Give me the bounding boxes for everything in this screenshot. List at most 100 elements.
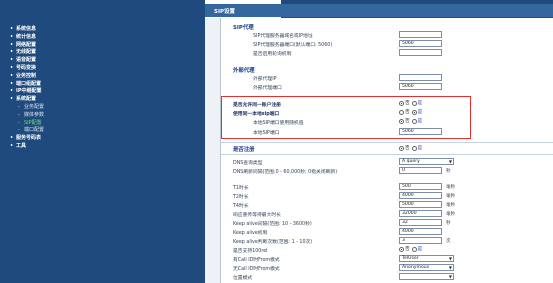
position-label: 位置模式 <box>233 276 253 281</box>
sidebar-item-label: 媒体参数 <box>24 111 45 118</box>
sidebar-item[interactable]: - 端口配置 <box>10 127 44 135</box>
sip-proxy-title: SIP代理 <box>233 25 254 31</box>
radio-no-label: 否 <box>405 101 410 106</box>
t2-label: T2时长 <box>233 195 249 200</box>
radio-no-label: 否 <box>405 247 410 252</box>
t4-input[interactable]: 5000 <box>399 201 442 208</box>
outbound-proxy-port-label: 外部代理端口 <box>253 86 282 91</box>
radio-no[interactable] <box>399 118 404 124</box>
sidebar-item[interactable]: • IP中继配置 <box>10 88 44 96</box>
chevron-down-icon: ▼ <box>448 265 452 270</box>
sidebar-item[interactable]: • 系统配置 <box>10 96 44 104</box>
unit-label: 秒 <box>446 221 451 226</box>
sidebar-item[interactable]: • 语音配置 <box>10 57 44 65</box>
sidebar-item-label: 业务配置 <box>24 103 45 110</box>
sip-proxy-addr-input[interactable] <box>399 31 442 38</box>
without-callid-label: 无Call ID时From模式 <box>233 267 280 272</box>
radio-yes[interactable] <box>411 118 417 124</box>
sip-proxy-port-label: SIP代理服务器端口(默认端口: 5060) <box>253 43 333 48</box>
position-select[interactable]: ▼ <box>399 273 454 280</box>
local-port-input[interactable]: 5060 <box>399 128 442 135</box>
sidebar-item-label: IP中继配置 <box>16 88 42 95</box>
unit-label: 毫秒 <box>446 212 456 217</box>
radio-no-label: 否 <box>405 110 410 115</box>
outbound-proxy-ip-input[interactable] <box>399 74 442 81</box>
dns-refresh-input[interactable]: 0 <box>399 167 442 174</box>
sidebar-item[interactable]: - 业务配置 <box>10 104 44 112</box>
sidebar-item-label: 无线配置 <box>16 49 37 56</box>
sidebar-item-label: 统计信息 <box>16 33 37 40</box>
support-100rel-radio[interactable]: 否 是 <box>399 246 424 252</box>
radio-yes-label: 是 <box>417 247 423 252</box>
keepalive-count-input[interactable]: 3 <box>399 237 442 244</box>
outbound-proxy-port-input[interactable]: 5060 <box>399 83 442 90</box>
with-callid-select[interactable]: TelUser ▼ <box>399 255 454 262</box>
sidebar: • 系统信息 • 统计信息 • 网络配置 • 无线配置 • 语音配置 • 号码变换 • 业务控制 • 端口组配… <box>0 0 205 283</box>
local-port-label: 本地SIP端口 <box>253 131 280 136</box>
radio-no[interactable] <box>399 109 404 115</box>
t1-input[interactable]: 500 <box>399 183 442 190</box>
radio-no[interactable] <box>399 145 404 151</box>
sidebar-item[interactable]: • 系统信息 <box>10 26 44 34</box>
max-wait-label: 响应重传等待最大时长 <box>233 213 281 218</box>
without-callid-select[interactable]: Anonymous ▼ <box>399 264 454 271</box>
sidebar-item[interactable]: • 号码变换 <box>10 65 44 73</box>
sidebar-item[interactable]: • 统计信息 <box>10 34 44 42</box>
sidebar-item-label: SIP配置 <box>24 119 42 126</box>
random-port-label: 本地SIP端口使用随机值 <box>253 121 304 126</box>
random-port-radio[interactable]: 否 是 <box>399 118 424 124</box>
content-gutter <box>205 18 221 283</box>
keepalive-interval-input[interactable]: 32 <box>399 219 442 226</box>
sidebar-item[interactable]: • 工具 <box>10 143 44 151</box>
radio-yes[interactable] <box>411 100 417 106</box>
page-title: SIP设置 <box>214 9 236 15</box>
use-same-port-radio[interactable]: 否 是 <box>399 109 424 115</box>
radio-yes-label: 是 <box>417 101 423 106</box>
radio-yes-label: 是 <box>417 119 423 124</box>
sidebar-item[interactable]: • 服务号码表 <box>10 135 44 143</box>
with-callid-value: TelUser <box>402 256 419 261</box>
keepalive-input[interactable]: 4000 <box>399 228 442 235</box>
sip-proxy-port-input[interactable]: 5060 <box>399 40 442 47</box>
radio-no[interactable] <box>399 246 404 252</box>
radio-no[interactable] <box>399 100 404 106</box>
sidebar-item[interactable]: - 媒体参数 <box>10 112 44 120</box>
sidebar-item-label: 系统配置 <box>16 96 37 103</box>
dns-refresh-label: DNS刷新间隔(范围:0 - 60,000秒; 0指关闭刷新) <box>233 170 338 175</box>
keepalive-interval-label: Keep alive间隔(范围: 10 - 3600秒) <box>233 222 312 227</box>
dns-type-select[interactable]: A query ▼ <box>399 158 454 165</box>
sidebar-nav: • 系统信息 • 统计信息 • 网络配置 • 无线配置 • 语音配置 • 号码变换 • 业务控制 • 端口组配… <box>10 26 44 151</box>
register-radio[interactable]: 否 是 <box>399 145 424 151</box>
chevron-down-icon: ▼ <box>448 256 452 261</box>
sip-proxy-poll-label: 是否启用轮询机制 <box>253 52 292 57</box>
radio-yes[interactable] <box>411 109 417 115</box>
max-wait-input[interactable]: 32000 <box>399 210 442 217</box>
main-content: SIP代理 SIP代理服务器域名或IP地址 SIP代理服务器端口(默认端口: 5… <box>205 18 553 283</box>
sidebar-item-label: 号码变换 <box>16 64 37 71</box>
radio-yes[interactable] <box>411 145 417 151</box>
use-same-port-label: 使用同一本地sip端口 <box>233 112 280 117</box>
allow-unified-register-label: 是否允许同一账户注册 <box>233 103 281 108</box>
radio-yes-label: 是 <box>417 110 423 115</box>
register-title: 是否注册 <box>233 147 255 153</box>
radio-yes[interactable] <box>411 246 417 252</box>
sidebar-item-label: 语音配置 <box>16 57 37 64</box>
unit-label: 毫秒 <box>446 185 456 190</box>
unit-label: 秒 <box>446 169 451 174</box>
keepalive-label: Keep alive机制 <box>233 231 268 236</box>
without-callid-value: Anonymous <box>402 265 430 270</box>
sidebar-item-label: 端口配置 <box>24 127 45 134</box>
sip-proxy-addr-label: SIP代理服务器域名或IP地址 <box>253 34 313 39</box>
unit-label: 毫秒 <box>446 203 456 208</box>
sip-proxy-poll-input[interactable] <box>399 49 442 56</box>
dns-type-value: A query <box>402 159 420 164</box>
outbound-proxy-title: 外部代理 <box>233 68 255 74</box>
sidebar-item[interactable]: • 业务控制 <box>10 73 44 81</box>
t1-label: T1时长 <box>233 186 249 191</box>
divider <box>221 142 553 143</box>
allow-unified-register-radio[interactable]: 否 是 <box>399 100 424 106</box>
sidebar-item-label: 网络配置 <box>16 41 37 48</box>
t2-input[interactable]: 4000 <box>399 192 442 199</box>
dns-type-label: DNS查询类型 <box>233 161 263 166</box>
chevron-down-icon: ▼ <box>448 274 452 279</box>
